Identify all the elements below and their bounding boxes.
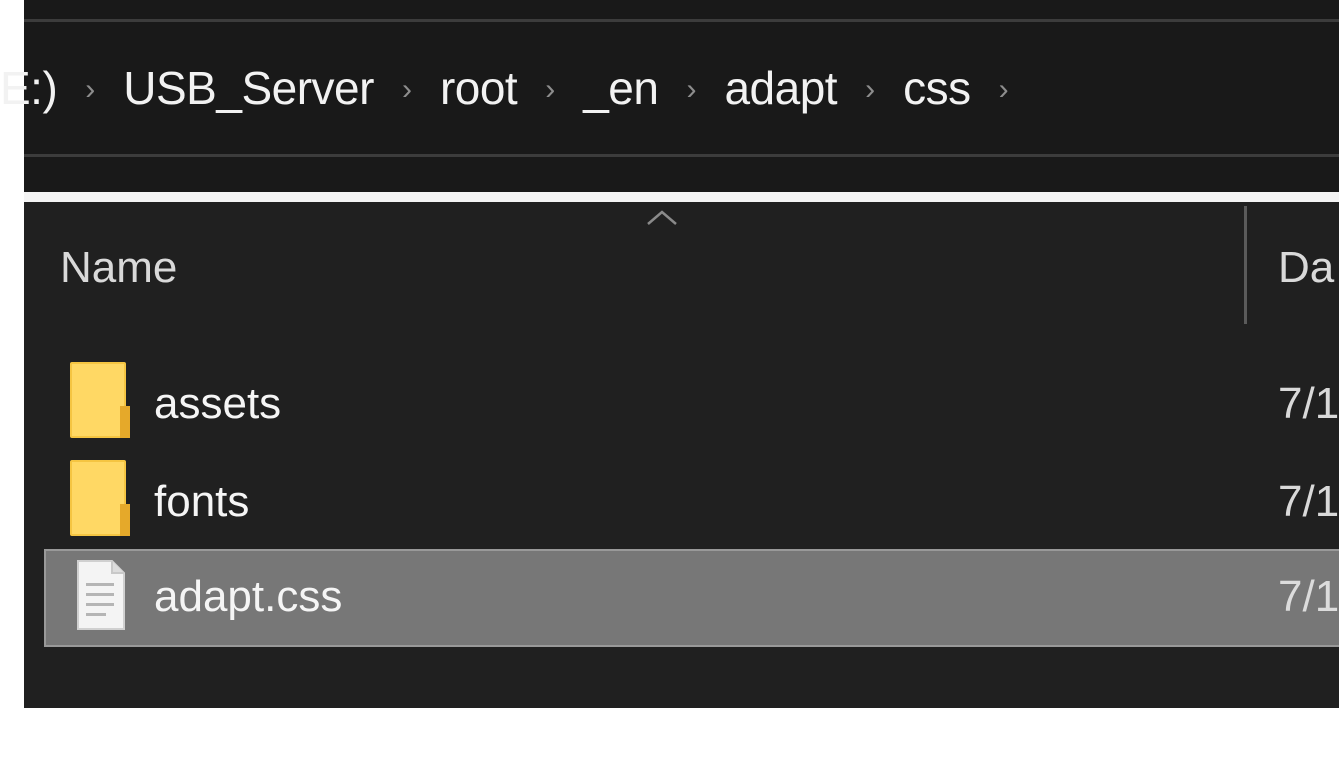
pane-divider [24, 192, 1339, 202]
folder-icon [70, 460, 130, 536]
chevron-right-icon[interactable]: › [85, 75, 95, 105]
breadcrumb-item-css[interactable]: css [903, 65, 971, 111]
file-icon [77, 560, 125, 630]
chevron-right-icon[interactable]: › [686, 75, 696, 105]
breadcrumb-item-adapt[interactable]: adapt [724, 65, 837, 111]
breadcrumb-item-usb-server[interactable]: USB_Server [123, 65, 374, 111]
column-header-date[interactable]: Da [1278, 246, 1339, 290]
folder-icon [70, 362, 130, 438]
file-date: 7/1 [1278, 382, 1339, 426]
breadcrumb-item-root[interactable]: root [440, 65, 518, 111]
file-name: adapt.css [154, 572, 343, 621]
list-item[interactable]: fonts 7/1 [44, 454, 1339, 552]
sort-ascending-icon[interactable] [642, 206, 682, 228]
chevron-right-icon[interactable]: › [402, 75, 412, 105]
breadcrumb-item-drive[interactable]: E:) [0, 65, 58, 111]
list-item-selected[interactable]: adapt.css 7/1 [44, 549, 1339, 647]
column-header-row: Name Da [24, 202, 1339, 328]
list-item[interactable]: assets 7/1 [44, 356, 1339, 454]
column-resize-handle[interactable] [1244, 206, 1247, 324]
breadcrumb[interactable]: E:) › USB_Server › root › _en › adapt › … [0, 22, 1339, 154]
chevron-right-icon[interactable]: › [545, 75, 555, 105]
file-name: fonts [154, 477, 250, 526]
column-header-name[interactable]: Name [60, 246, 177, 290]
file-explorer-window: E:) › USB_Server › root › _en › adapt › … [0, 0, 1339, 764]
breadcrumb-item-en[interactable]: _en [583, 65, 659, 111]
file-date: 7/1 [1278, 480, 1339, 524]
chevron-right-icon[interactable]: › [999, 75, 1009, 105]
file-name: assets [154, 379, 282, 428]
address-bar-bottom-border [24, 154, 1339, 157]
chevron-right-icon[interactable]: › [865, 75, 875, 105]
file-date: 7/1 [1278, 575, 1339, 619]
